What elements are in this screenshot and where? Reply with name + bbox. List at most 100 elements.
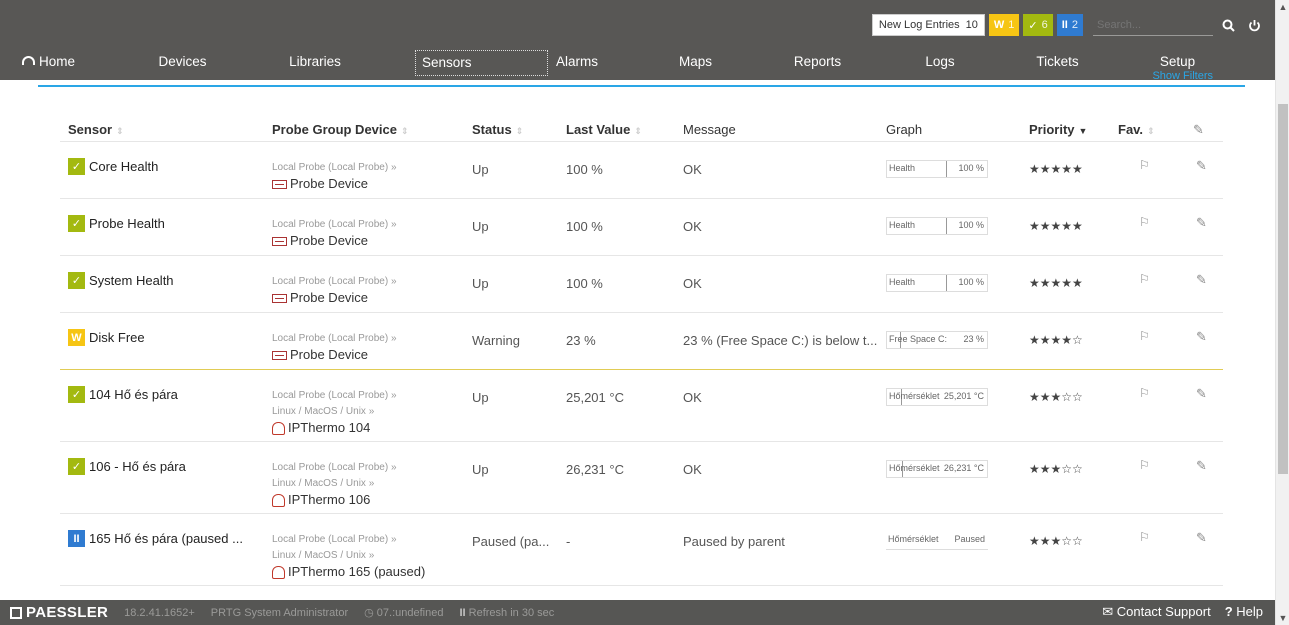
warning-count-badge[interactable]: W 1 <box>988 14 1020 36</box>
device-name: IPThermo 165 (paused) <box>288 564 426 579</box>
edit-icon[interactable]: ✎ <box>1196 458 1207 474</box>
sensor-name-link[interactable]: W Disk Free <box>68 329 145 346</box>
favorite-flag-icon[interactable]: ⚐ <box>1139 158 1150 172</box>
top-status-area: New Log Entries 10 W 1 ✓ 6 II 2 <box>871 14 1265 36</box>
favorite-flag-icon[interactable]: ⚐ <box>1139 215 1150 229</box>
probe-path[interactable]: Local Probe (Local Probe) » <box>272 532 425 548</box>
probe-group-device: Local Probe (Local Probe) » Probe Device <box>272 331 397 363</box>
edit-icon[interactable]: ✎ <box>1196 329 1207 345</box>
table-row[interactable]: ✓ System Health Local Probe (Local Probe) … <box>60 256 1223 313</box>
up-count: 6 <box>1041 19 1048 31</box>
table-row[interactable]: ✓ Core Health Local Probe (Local Probe) » P… <box>60 142 1223 199</box>
help-link[interactable]: ? Help <box>1225 604 1263 620</box>
search-input[interactable] <box>1093 14 1213 36</box>
favorite-flag-icon[interactable]: ⚐ <box>1139 272 1150 286</box>
scrollbar-thumb[interactable] <box>1278 104 1288 474</box>
sort-icon: ⇕ <box>116 126 124 136</box>
refresh-text[interactable]: II Refresh in 30 sec <box>459 607 554 619</box>
nav-libraries[interactable]: Libraries <box>275 50 355 76</box>
contact-support-link[interactable]: ✉ Contact Support <box>1102 604 1210 620</box>
table-row[interactable]: ✓ 106 - Hő és pára Local Probe (Local Prob… <box>60 442 1223 514</box>
col-status[interactable]: Status ⇕ <box>472 122 523 137</box>
device-link[interactable]: IPThermo 104 <box>272 420 397 436</box>
probe-path[interactable]: Local Probe (Local Probe) » <box>272 274 397 290</box>
device-link[interactable]: Probe Device <box>272 290 397 306</box>
version-text: 18.2.41.1652+ <box>124 606 195 619</box>
nav-reports[interactable]: Reports <box>785 50 850 76</box>
device-link[interactable]: IPThermo 165 (paused) <box>272 564 425 580</box>
bottom-links: ✉ Contact Support ? Help <box>1102 604 1263 620</box>
probe-path[interactable]: Local Probe (Local Probe) » <box>272 160 397 176</box>
table-row[interactable]: ✓ 104 Hő és pára Local Probe (Local Probe)… <box>60 370 1223 442</box>
table-row[interactable]: ✓ Probe Health Local Probe (Local Probe) »… <box>60 199 1223 256</box>
nav-home[interactable]: Home <box>22 50 92 76</box>
priority-stars[interactable]: ★★★★★ <box>1029 276 1083 290</box>
nav-devices[interactable]: Devices <box>145 50 220 76</box>
device-link[interactable]: Probe Device <box>272 233 397 249</box>
priority-stars[interactable]: ★★★☆☆ <box>1029 462 1083 476</box>
edit-icon[interactable]: ✎ <box>1196 530 1207 546</box>
vertical-scrollbar[interactable]: ▲ ▼ <box>1275 0 1289 625</box>
priority-stars[interactable]: ★★★★★ <box>1029 219 1083 233</box>
scroll-up-icon[interactable]: ▲ <box>1276 0 1289 14</box>
search-icon[interactable] <box>1217 14 1239 36</box>
col-probe-group-device[interactable]: Probe Group Device ⇕ <box>272 122 409 137</box>
priority-stars[interactable]: ★★★☆☆ <box>1029 534 1083 548</box>
table-row[interactable]: II 165 Hő és pára (paused ... Local Probe … <box>60 514 1223 586</box>
probe-path[interactable]: Local Probe (Local Probe) » <box>272 388 397 404</box>
show-filters-link[interactable]: Show Filters <box>1152 70 1213 80</box>
favorite-flag-icon[interactable]: ⚐ <box>1139 386 1150 400</box>
device-link[interactable]: IPThermo 106 <box>272 492 397 508</box>
help-icon: ? <box>1224 604 1237 619</box>
probe-path[interactable]: Linux / MacOS / Unix » <box>272 476 397 492</box>
probe-path[interactable]: Linux / MacOS / Unix » <box>272 548 425 564</box>
edit-icon[interactable]: ✎ <box>1196 215 1207 231</box>
paessler-logo: PAESSLER <box>10 604 108 621</box>
device-link[interactable]: Probe Device <box>272 347 397 363</box>
nav-tickets[interactable]: Tickets <box>1025 50 1090 76</box>
probe-path[interactable]: Local Probe (Local Probe) » <box>272 331 397 347</box>
edit-icon[interactable]: ✎ <box>1196 386 1207 402</box>
graph-label: Health <box>889 220 916 230</box>
table-row[interactable]: W Disk Free Local Probe (Local Probe) » Pro… <box>60 313 1223 370</box>
nav-alarms[interactable]: Alarms <box>548 50 606 76</box>
paused-count-badge[interactable]: II 2 <box>1056 14 1083 36</box>
logout-power-icon[interactable] <box>1243 14 1265 36</box>
col-priority[interactable]: Priority ▼ <box>1029 122 1087 137</box>
scroll-down-icon[interactable]: ▼ <box>1276 611 1289 625</box>
priority-stars[interactable]: ★★★☆☆ <box>1029 390 1083 404</box>
last-value: 100 % <box>566 276 603 291</box>
sensor-name-link[interactable]: ✓ Core Health <box>68 158 158 175</box>
sensor-name-link[interactable]: ✓ Probe Health <box>68 215 165 232</box>
caret-down-icon: ▼ <box>1078 126 1088 136</box>
probe-device-icon <box>272 236 287 246</box>
edit-icon[interactable]: ✎ <box>1196 272 1207 288</box>
device-name: Probe Device <box>290 290 369 305</box>
priority-stars[interactable]: ★★★★☆ <box>1029 333 1083 347</box>
nav-sensors[interactable]: Sensors <box>415 50 548 76</box>
sensor-name-link[interactable]: ✓ System Health <box>68 272 174 289</box>
col-sensor[interactable]: Sensor ⇕ <box>68 122 124 137</box>
col-fav[interactable]: Fav. ⇕ <box>1118 122 1155 137</box>
device-link[interactable]: Probe Device <box>272 176 397 192</box>
sensor-name-link[interactable]: ✓ 104 Hő és pára <box>68 386 178 403</box>
favorite-flag-icon[interactable]: ⚐ <box>1139 329 1150 343</box>
edit-all-icon[interactable]: ✎ <box>1193 122 1204 138</box>
user-link[interactable]: PRTG System Administrator <box>211 607 348 619</box>
up-count-badge[interactable]: ✓ 6 <box>1023 14 1053 36</box>
priority-stars[interactable]: ★★★★★ <box>1029 162 1083 176</box>
new-log-entries-button[interactable]: New Log Entries 10 <box>871 14 985 36</box>
message-text: Paused by parent <box>683 534 785 549</box>
sensor-name-link[interactable]: II 165 Hő és pára (paused ... <box>68 530 243 547</box>
col-last-value[interactable]: Last Value ⇕ <box>566 122 642 137</box>
favorite-flag-icon[interactable]: ⚐ <box>1139 458 1150 472</box>
probe-path[interactable]: Local Probe (Local Probe) » <box>272 217 397 233</box>
probe-path[interactable]: Local Probe (Local Probe) » <box>272 460 397 476</box>
nav-logs[interactable]: Logs <box>915 50 965 76</box>
col-probe-label: Probe Group Device <box>272 122 397 137</box>
edit-icon[interactable]: ✎ <box>1196 158 1207 174</box>
sensor-name-link[interactable]: ✓ 106 - Hő és pára <box>68 458 186 475</box>
probe-path[interactable]: Linux / MacOS / Unix » <box>272 404 397 420</box>
favorite-flag-icon[interactable]: ⚐ <box>1139 530 1150 544</box>
nav-maps[interactable]: Maps <box>668 50 723 76</box>
